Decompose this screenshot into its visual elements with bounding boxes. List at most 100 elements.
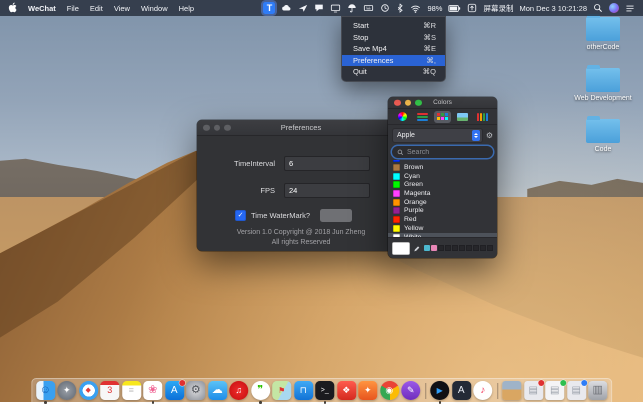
palette-select[interactable]: Apple <box>392 128 483 143</box>
dock-finder[interactable]: ☺ <box>35 381 55 404</box>
siri-icon[interactable] <box>609 3 619 13</box>
minimize-button[interactable] <box>404 99 411 106</box>
fps-field[interactable] <box>284 183 370 198</box>
empty-swatch[interactable] <box>487 245 493 251</box>
dock-wechat[interactable]: ❞ <box>250 381 270 404</box>
dock-notes[interactable]: ≡ <box>121 381 141 400</box>
cloud-icon[interactable] <box>281 3 292 13</box>
dock-trash[interactable]: ▥ <box>588 381 608 400</box>
menu-app-name[interactable]: WeChat <box>28 4 56 13</box>
dock-chrome[interactable]: ◉ <box>379 381 399 400</box>
dock-app-store[interactable]: A <box>164 379 186 400</box>
recent-swatch[interactable] <box>424 245 430 251</box>
dock-safari[interactable]: ◆ <box>78 381 98 400</box>
spotlight-icon[interactable] <box>593 3 603 13</box>
menu-item-start[interactable]: Start ⌘R <box>342 20 445 32</box>
timeinterval-field[interactable] <box>284 156 370 171</box>
dock-dark-a-app[interactable]: A <box>451 381 471 400</box>
tab-color-palettes[interactable] <box>434 110 451 123</box>
color-row-purple[interactable]: Purple <box>388 207 497 216</box>
menu-item-quit[interactable]: Quit ⌘Q <box>342 66 445 78</box>
empty-swatch[interactable] <box>480 245 486 251</box>
menu-item-stop[interactable]: Stop ⌘S <box>342 32 445 44</box>
empty-swatch[interactable] <box>452 245 458 251</box>
chat-icon[interactable] <box>314 3 324 13</box>
minimize-button[interactable] <box>213 124 220 131</box>
empty-swatch[interactable] <box>445 245 451 251</box>
color-row-red[interactable]: Red <box>388 215 497 224</box>
paper-plane-icon[interactable] <box>298 3 308 13</box>
color-row-yellow[interactable]: Yellow <box>388 224 497 233</box>
wifi-icon[interactable] <box>410 4 421 13</box>
color-search-field[interactable] <box>392 146 493 158</box>
menu-item-save-mp4[interactable]: Save Mp4 ⌘E <box>342 43 445 55</box>
empty-swatch[interactable] <box>459 245 465 251</box>
menu-item-preferences[interactable]: Preferences ⌘, <box>342 54 445 66</box>
dock-media-player[interactable]: ▶ <box>430 381 450 404</box>
menu-view[interactable]: View <box>114 4 130 13</box>
color-row-brown[interactable]: Brown <box>388 163 497 172</box>
watermark-color-well[interactable] <box>320 209 353 222</box>
eyedropper-icon[interactable] <box>413 244 421 253</box>
keyboard-icon[interactable] <box>363 3 374 13</box>
menu-window[interactable]: Window <box>141 4 168 13</box>
current-color-swatch[interactable] <box>392 241 410 255</box>
empty-swatch[interactable] <box>466 245 472 251</box>
gear-icon[interactable]: ⚙ <box>486 131 493 140</box>
color-row-orange[interactable]: Orange <box>388 198 497 207</box>
tab-pencils[interactable] <box>474 111 491 123</box>
desktop-folder-othercode[interactable]: otherCode <box>567 13 639 51</box>
dock-terminal[interactable]: >_ <box>315 381 335 404</box>
menu-item-shortcut: ⌘S <box>423 32 436 42</box>
desktop-folder-code[interactable]: Code <box>567 115 639 153</box>
app-box-icon[interactable] <box>467 3 477 13</box>
time-machine-icon[interactable] <box>380 3 390 13</box>
search-input[interactable] <box>407 148 488 156</box>
tab-color-wheel[interactable] <box>394 111 411 123</box>
menu-file[interactable]: File <box>67 4 79 13</box>
empty-swatch[interactable] <box>438 245 444 251</box>
dock-purple-pen-app[interactable]: ✎ <box>401 381 421 400</box>
notification-center-icon[interactable] <box>625 4 635 13</box>
dock-keynote[interactable]: ⊓ <box>293 381 313 400</box>
dock-weiyun-cloud[interactable]: ☁ <box>207 381 227 400</box>
tab-color-sliders[interactable] <box>414 111 431 123</box>
color-row-green[interactable]: Green <box>388 181 497 190</box>
desktop-folder-web-development[interactable]: Web Development <box>567 64 639 102</box>
menu-bar-clock[interactable]: Mon Dec 3 10:21:28 <box>519 4 587 13</box>
watermark-checkbox[interactable]: ✓ <box>235 210 246 221</box>
bluetooth-icon[interactable] <box>396 3 404 13</box>
close-button[interactable] <box>394 99 401 106</box>
color-row-magenta[interactable]: Magenta <box>388 189 497 198</box>
dock-maps[interactable]: ⚑ <box>272 381 292 400</box>
dock-minimized-doc-red[interactable]: ▤ <box>523 379 545 400</box>
battery-icon[interactable] <box>448 4 461 13</box>
recorder-menu-extra[interactable]: T <box>263 2 276 14</box>
dock-red-design-app[interactable]: ❖ <box>336 381 356 400</box>
close-button[interactable] <box>203 124 210 131</box>
dock-system-preferences[interactable]: ⚙ <box>186 381 206 400</box>
menu-edit[interactable]: Edit <box>90 4 103 13</box>
dock-desert-photo[interactable] <box>502 381 522 400</box>
umbrella-icon[interactable] <box>347 3 357 13</box>
display-icon[interactable] <box>330 3 341 13</box>
color-row-cyan[interactable]: Cyan <box>388 172 497 181</box>
dock-launchpad[interactable]: ✦ <box>57 381 77 400</box>
zoom-button[interactable] <box>415 99 422 106</box>
dock-calendar[interactable]: 3 <box>100 381 120 400</box>
dock-minimized-doc-blue[interactable]: ▤ <box>566 379 588 400</box>
colors-titlebar[interactable]: Colors <box>388 97 497 109</box>
dock-itunes[interactable]: ♪ <box>473 381 493 400</box>
input-method-label[interactable]: 屏幕录制 <box>483 3 513 14</box>
dock-orange-app[interactable]: ✦ <box>358 381 378 400</box>
zoom-button[interactable] <box>224 124 231 131</box>
preferences-titlebar[interactable]: Preferences <box>197 120 405 136</box>
empty-swatch[interactable] <box>473 245 479 251</box>
dock-minimized-doc-green[interactable]: ▤ <box>545 379 566 400</box>
apple-menu-icon[interactable] <box>8 2 17 15</box>
menu-help[interactable]: Help <box>179 4 194 13</box>
dock-netease-music[interactable]: ♫ <box>229 381 249 400</box>
recent-swatch[interactable] <box>431 245 437 251</box>
dock-photos[interactable]: ❀ <box>143 381 163 404</box>
tab-image-palettes[interactable] <box>454 111 471 123</box>
